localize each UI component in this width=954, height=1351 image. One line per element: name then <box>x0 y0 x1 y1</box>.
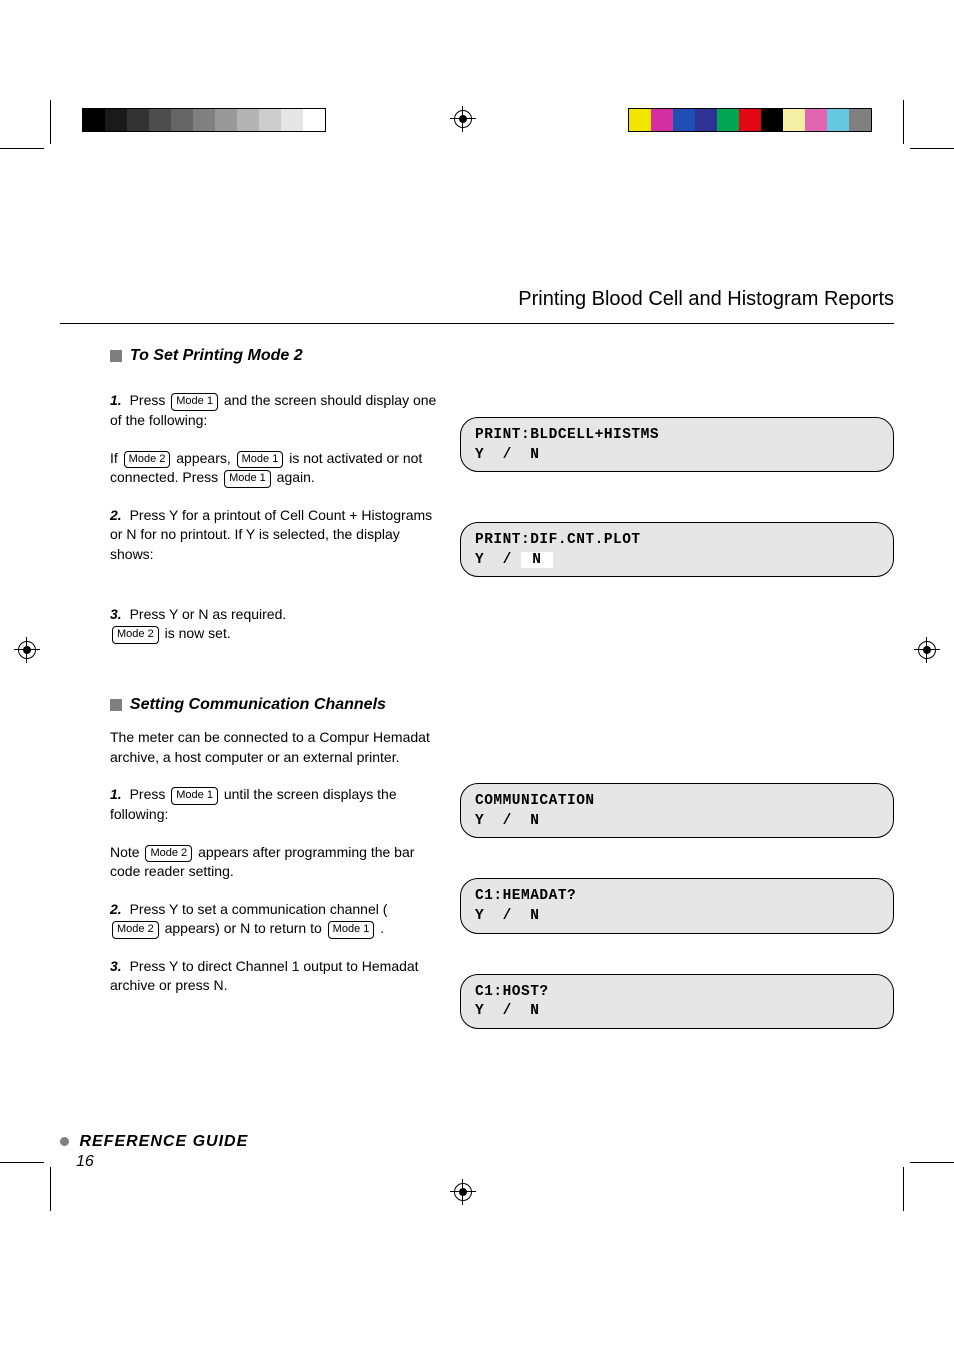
mode2-key: Mode 2 <box>124 451 171 468</box>
mode1-key: Mode 1 <box>171 393 218 410</box>
lcd-display: PRINT:DIF.CNT.PLOT Y / N <box>460 522 894 577</box>
lcd-line1: PRINT:DIF.CNT.PLOT <box>475 531 879 551</box>
lcd-line1: COMMUNICATION <box>475 792 879 812</box>
right-column: PRINT:BLDCELL+HISTMS Y / N PRINT:DIF.CNT… <box>460 345 894 1049</box>
step-number: 1. <box>110 392 122 408</box>
lcd-text <box>553 552 627 568</box>
page-footer: REFERENCE GUIDE 16 <box>60 1133 248 1171</box>
step-number: 2. <box>110 901 122 917</box>
mode1-key: Mode 1 <box>224 470 271 487</box>
grayscale-bar <box>82 108 326 132</box>
lcd-text: Y / <box>475 552 521 568</box>
lcd-display: C1:HOST? Y / N <box>460 974 894 1029</box>
lcd-line2: Y / N <box>475 907 879 927</box>
section-title-mode2: To Set Printing Mode 2 <box>130 347 303 364</box>
header-rule <box>60 323 894 324</box>
text: is now set. <box>165 625 231 641</box>
page-title: Printing Blood Cell and Histogram Report… <box>518 288 894 311</box>
text: appears, <box>176 450 234 466</box>
step-number: 2. <box>110 507 122 523</box>
section-bullet-icon <box>110 699 122 711</box>
lcd-line1: C1:HOST? <box>475 983 879 1003</box>
text: Press Y for a printout of Cell Count + H… <box>110 507 432 562</box>
page-number: 16 <box>76 1153 248 1171</box>
lcd-line2: Y / N <box>475 446 879 466</box>
text: Press <box>130 786 170 802</box>
mode2-key: Mode 2 <box>112 921 159 938</box>
text: . <box>380 920 384 936</box>
footer-dot-icon <box>60 1137 69 1146</box>
text: If <box>110 450 122 466</box>
text: appears) or N to return to <box>165 920 326 936</box>
lcd-line1: PRINT:BLDCELL+HISTMS <box>475 426 879 446</box>
text: Press Y to direct Channel 1 output to He… <box>110 958 419 994</box>
lcd-line1: C1:HEMADAT? <box>475 887 879 907</box>
lcd-display: PRINT:BLDCELL+HISTMS Y / N <box>460 417 894 472</box>
text: Press <box>130 392 170 408</box>
color-bar <box>628 108 872 132</box>
step-number: 3. <box>110 958 122 974</box>
mode1-key: Mode 1 <box>328 921 375 938</box>
section-title-comm: Setting Communication Channels <box>130 696 386 713</box>
step-number: 1. <box>110 786 122 802</box>
mode2-key: Mode 2 <box>112 626 159 643</box>
reg-mark-top <box>450 106 476 132</box>
footer-title: REFERENCE GUIDE <box>79 1133 248 1150</box>
lcd-display: C1:HEMADAT? Y / N <box>460 878 894 933</box>
step-number: 3. <box>110 606 122 622</box>
reg-mark-bottom <box>450 1179 476 1205</box>
reg-mark-left <box>14 637 40 663</box>
lcd-display: COMMUNICATION Y / N <box>460 783 894 838</box>
left-column: To Set Printing Mode 2 1. Press Mode 1 a… <box>110 345 440 1014</box>
text: Note <box>110 844 143 860</box>
text: again. <box>277 469 315 485</box>
lcd-line2: Y / N <box>475 1002 879 1022</box>
reg-mark-right <box>914 637 940 663</box>
mode1-key: Mode 1 <box>171 787 218 804</box>
mode2-key: Mode 2 <box>145 845 192 862</box>
mode1-key: Mode 1 <box>237 451 284 468</box>
lcd-line2: Y / N <box>475 812 879 832</box>
section-bullet-icon <box>110 350 122 362</box>
text: Press Y to set a communication channel ( <box>130 901 388 917</box>
lcd-highlight: N <box>521 552 553 568</box>
text: The meter can be connected to a Compur H… <box>110 729 430 765</box>
text: Press Y or N as required. <box>130 606 287 622</box>
